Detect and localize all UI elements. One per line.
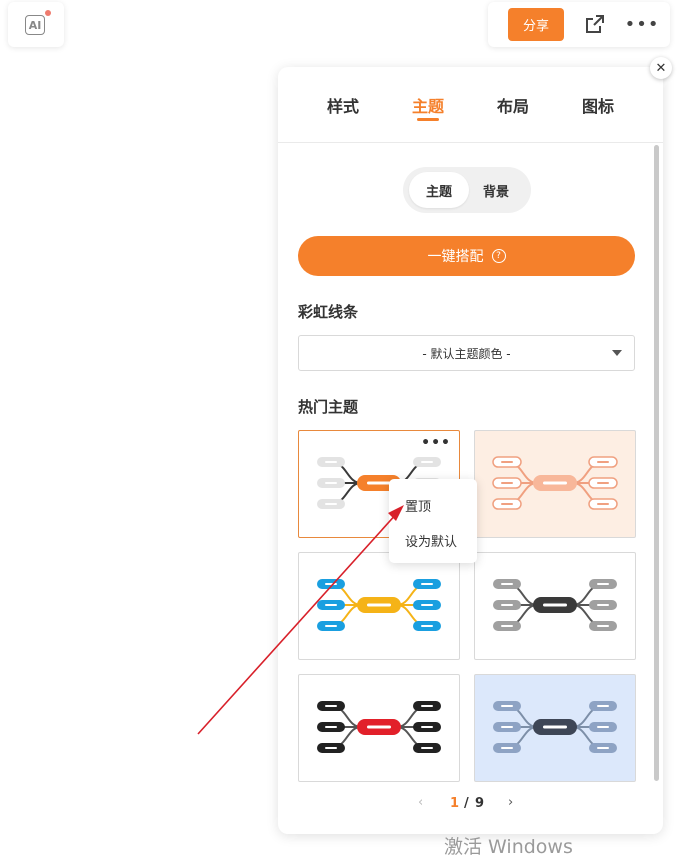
theme-card[interactable] (474, 430, 636, 538)
leaf-node-text (325, 726, 337, 728)
leaf-node-text (325, 482, 337, 484)
leaf-node-text (421, 604, 433, 606)
mindmap-thumbnail (492, 456, 618, 510)
page-separator: / (464, 796, 469, 811)
leaf-node-text (597, 625, 609, 627)
close-icon[interactable]: ✕ (650, 57, 672, 79)
leaf-node-text (421, 583, 433, 585)
tab-icon[interactable]: 图标 (582, 93, 614, 117)
select-value: - 默认主题颜色 - (422, 346, 511, 361)
active-tab-indicator (417, 118, 439, 121)
center-node-text (367, 481, 391, 485)
ai-icon: AI (25, 15, 45, 35)
ai-button[interactable]: AI (8, 2, 64, 47)
rainbow-lines-title: 彩虹线条 (298, 303, 359, 321)
tab-theme[interactable]: 主题 (412, 93, 444, 117)
leaf-node-text (325, 503, 337, 505)
leaf-node-text (501, 583, 513, 585)
export-icon[interactable] (584, 13, 606, 35)
leaf-node-text (421, 705, 433, 707)
leaf-node-text (501, 482, 513, 484)
theme-card[interactable] (298, 552, 460, 660)
chevron-right-icon[interactable]: › (508, 795, 513, 810)
top-toolbar: 分享 ••• (488, 2, 670, 47)
center-node-text (543, 603, 567, 607)
theme-card[interactable] (298, 674, 460, 782)
mindmap-thumbnail (317, 701, 441, 753)
leaf-node-text (501, 726, 513, 728)
leaf-node-text (501, 625, 513, 627)
menu-item-set-default[interactable]: 设为默认 (405, 531, 457, 550)
center-node-text (367, 725, 391, 729)
leaf-node-text (325, 705, 337, 707)
segment-control: 主题 背景 (403, 167, 531, 213)
more-icon[interactable]: ••• (625, 14, 659, 35)
theme-card[interactable] (474, 552, 636, 660)
leaf-node-text (597, 482, 609, 484)
help-icon[interactable]: ? (491, 249, 506, 263)
hot-themes-title: 热门主题 (298, 398, 359, 416)
center-node-text (543, 481, 567, 485)
tab-layout[interactable]: 布局 (497, 93, 529, 117)
panel-tabs: 样式 主题 布局 图标 (278, 67, 663, 143)
theme-panel: 样式 主题 布局 图标 主题 背景 一键搭配 ? 彩虹线条 - 默认主题颜色 -… (278, 67, 663, 834)
leaf-node-text (597, 747, 609, 749)
activation-watermark: 激活 Windows (444, 836, 573, 858)
pagination: ‹ 1 / 9 › (278, 795, 663, 815)
chevron-down-icon (612, 350, 622, 356)
theme-card[interactable] (474, 674, 636, 782)
mindmap-thumbnail (493, 701, 617, 753)
more-icon[interactable]: ••• (421, 435, 451, 451)
center-node-text (367, 603, 391, 607)
chevron-left-icon[interactable]: ‹ (418, 795, 423, 810)
tab-style[interactable]: 样式 (327, 93, 359, 117)
page-total: 9 (475, 796, 485, 811)
rainbow-color-select[interactable]: - 默认主题颜色 - (298, 335, 635, 371)
leaf-node-text (421, 747, 433, 749)
leaf-node-text (501, 503, 513, 505)
leaf-node-text (501, 705, 513, 707)
leaf-node-text (325, 625, 337, 627)
share-button[interactable]: 分享 (508, 8, 564, 41)
mindmap-thumbnail (493, 579, 617, 631)
leaf-node-text (597, 583, 609, 585)
page-current: 1 (450, 796, 460, 811)
leaf-node-text (325, 583, 337, 585)
notification-dot (45, 10, 51, 16)
mindmap-thumbnail (317, 579, 441, 631)
center-node-text (543, 725, 567, 729)
leaf-node-text (597, 726, 609, 728)
leaf-node-text (325, 604, 337, 606)
leaf-node-text (501, 461, 513, 463)
menu-item-pin-top[interactable]: 置顶 (405, 496, 431, 515)
context-menu: 置顶 设为默认 (389, 479, 477, 563)
leaf-node-text (597, 461, 609, 463)
segment-background[interactable]: 背景 (466, 172, 526, 208)
panel-scrollbar[interactable] (654, 145, 659, 781)
leaf-node-text (597, 604, 609, 606)
leaf-node-text (421, 461, 433, 463)
match-button-label: 一键搭配 (427, 249, 484, 265)
leaf-node-text (421, 726, 433, 728)
leaf-node-text (597, 503, 609, 505)
leaf-node-text (597, 705, 609, 707)
leaf-node-text (501, 747, 513, 749)
leaf-node-text (501, 604, 513, 606)
segment-theme[interactable]: 主题 (409, 172, 469, 208)
leaf-node-text (325, 461, 337, 463)
one-click-match-button[interactable]: 一键搭配 ? (298, 236, 635, 276)
leaf-node-text (421, 625, 433, 627)
leaf-node-text (325, 747, 337, 749)
